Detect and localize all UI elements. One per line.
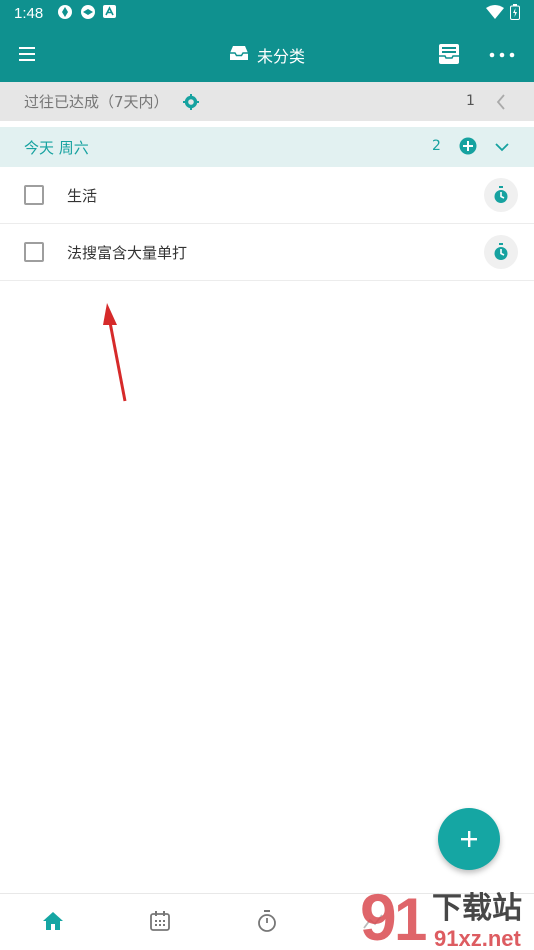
past-completed-row[interactable]: 过往已达成（7天内） 1 — [0, 82, 534, 121]
home-icon[interactable] — [42, 910, 66, 934]
archive-icon[interactable] — [437, 42, 461, 66]
battery-icon — [510, 3, 520, 24]
svg-text:9: 9 — [360, 882, 397, 950]
timer-icon[interactable] — [484, 178, 518, 212]
svg-text:1: 1 — [394, 886, 427, 950]
add-task-icon[interactable] — [459, 137, 477, 155]
shutter-icon — [57, 4, 73, 24]
annotation-arrow — [95, 295, 140, 407]
shutter-icon — [80, 4, 96, 24]
watermark-text-cn: 下载站 — [432, 891, 522, 926]
past-completed-label: 过往已达成（7天内） — [24, 93, 169, 111]
inbox-icon — [229, 45, 249, 65]
watermark-logo: 9 1 下载站 91xz.net — [358, 880, 534, 950]
today-section-header[interactable]: 今天 周六 2 — [0, 127, 534, 167]
app-bar: 未分类 — [0, 27, 534, 82]
today-label: 今天 周六 — [24, 138, 89, 157]
status-bar: 1:48 — [0, 0, 534, 27]
today-count: 2 — [432, 138, 441, 154]
plus-icon — [461, 831, 477, 847]
task-checkbox[interactable] — [24, 185, 44, 205]
task-row[interactable]: 法搜富含大量单打 — [0, 224, 534, 281]
timer-icon[interactable] — [484, 235, 518, 269]
chevron-left-icon[interactable] — [494, 93, 508, 111]
status-time: 1:48 — [14, 5, 44, 22]
task-label: 法搜富含大量单打 — [67, 244, 188, 262]
add-fab-button[interactable] — [438, 808, 500, 870]
app-title-text: 未分类 — [256, 46, 305, 66]
gear-icon[interactable] — [182, 93, 199, 110]
chevron-down-icon[interactable] — [494, 140, 510, 154]
calendar-icon[interactable] — [149, 910, 173, 934]
task-label: 生活 — [67, 187, 98, 205]
stopwatch-icon[interactable] — [256, 910, 280, 934]
wifi-icon — [486, 4, 504, 23]
watermark-text-url: 91xz.net — [434, 926, 521, 950]
a-badge-icon — [103, 5, 117, 22]
task-row[interactable]: 生活 — [0, 167, 534, 224]
task-checkbox[interactable] — [24, 242, 44, 262]
past-completed-count: 1 — [466, 93, 475, 109]
more-icon[interactable] — [489, 45, 515, 65]
